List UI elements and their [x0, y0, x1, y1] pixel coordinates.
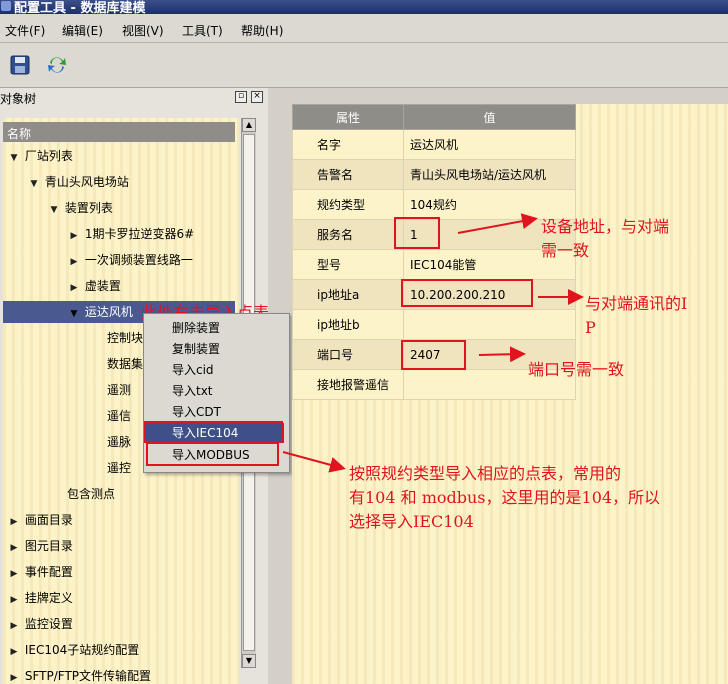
arrow-import: [282, 451, 346, 473]
annotation-arrows: [282, 213, 584, 473]
arrow-service: [457, 213, 538, 234]
annotation-port: 端口号需一致: [528, 360, 625, 379]
annotation-import: 按照规约类型导入相应的点表，常用的 有104 和 modbus，这里用的是104…: [349, 464, 661, 531]
annotation-ip: 与对端通讯的I P: [585, 294, 688, 337]
arrow-port: [478, 346, 526, 363]
annotation-device-address: 设备地址，与对端 需一致: [541, 217, 670, 260]
